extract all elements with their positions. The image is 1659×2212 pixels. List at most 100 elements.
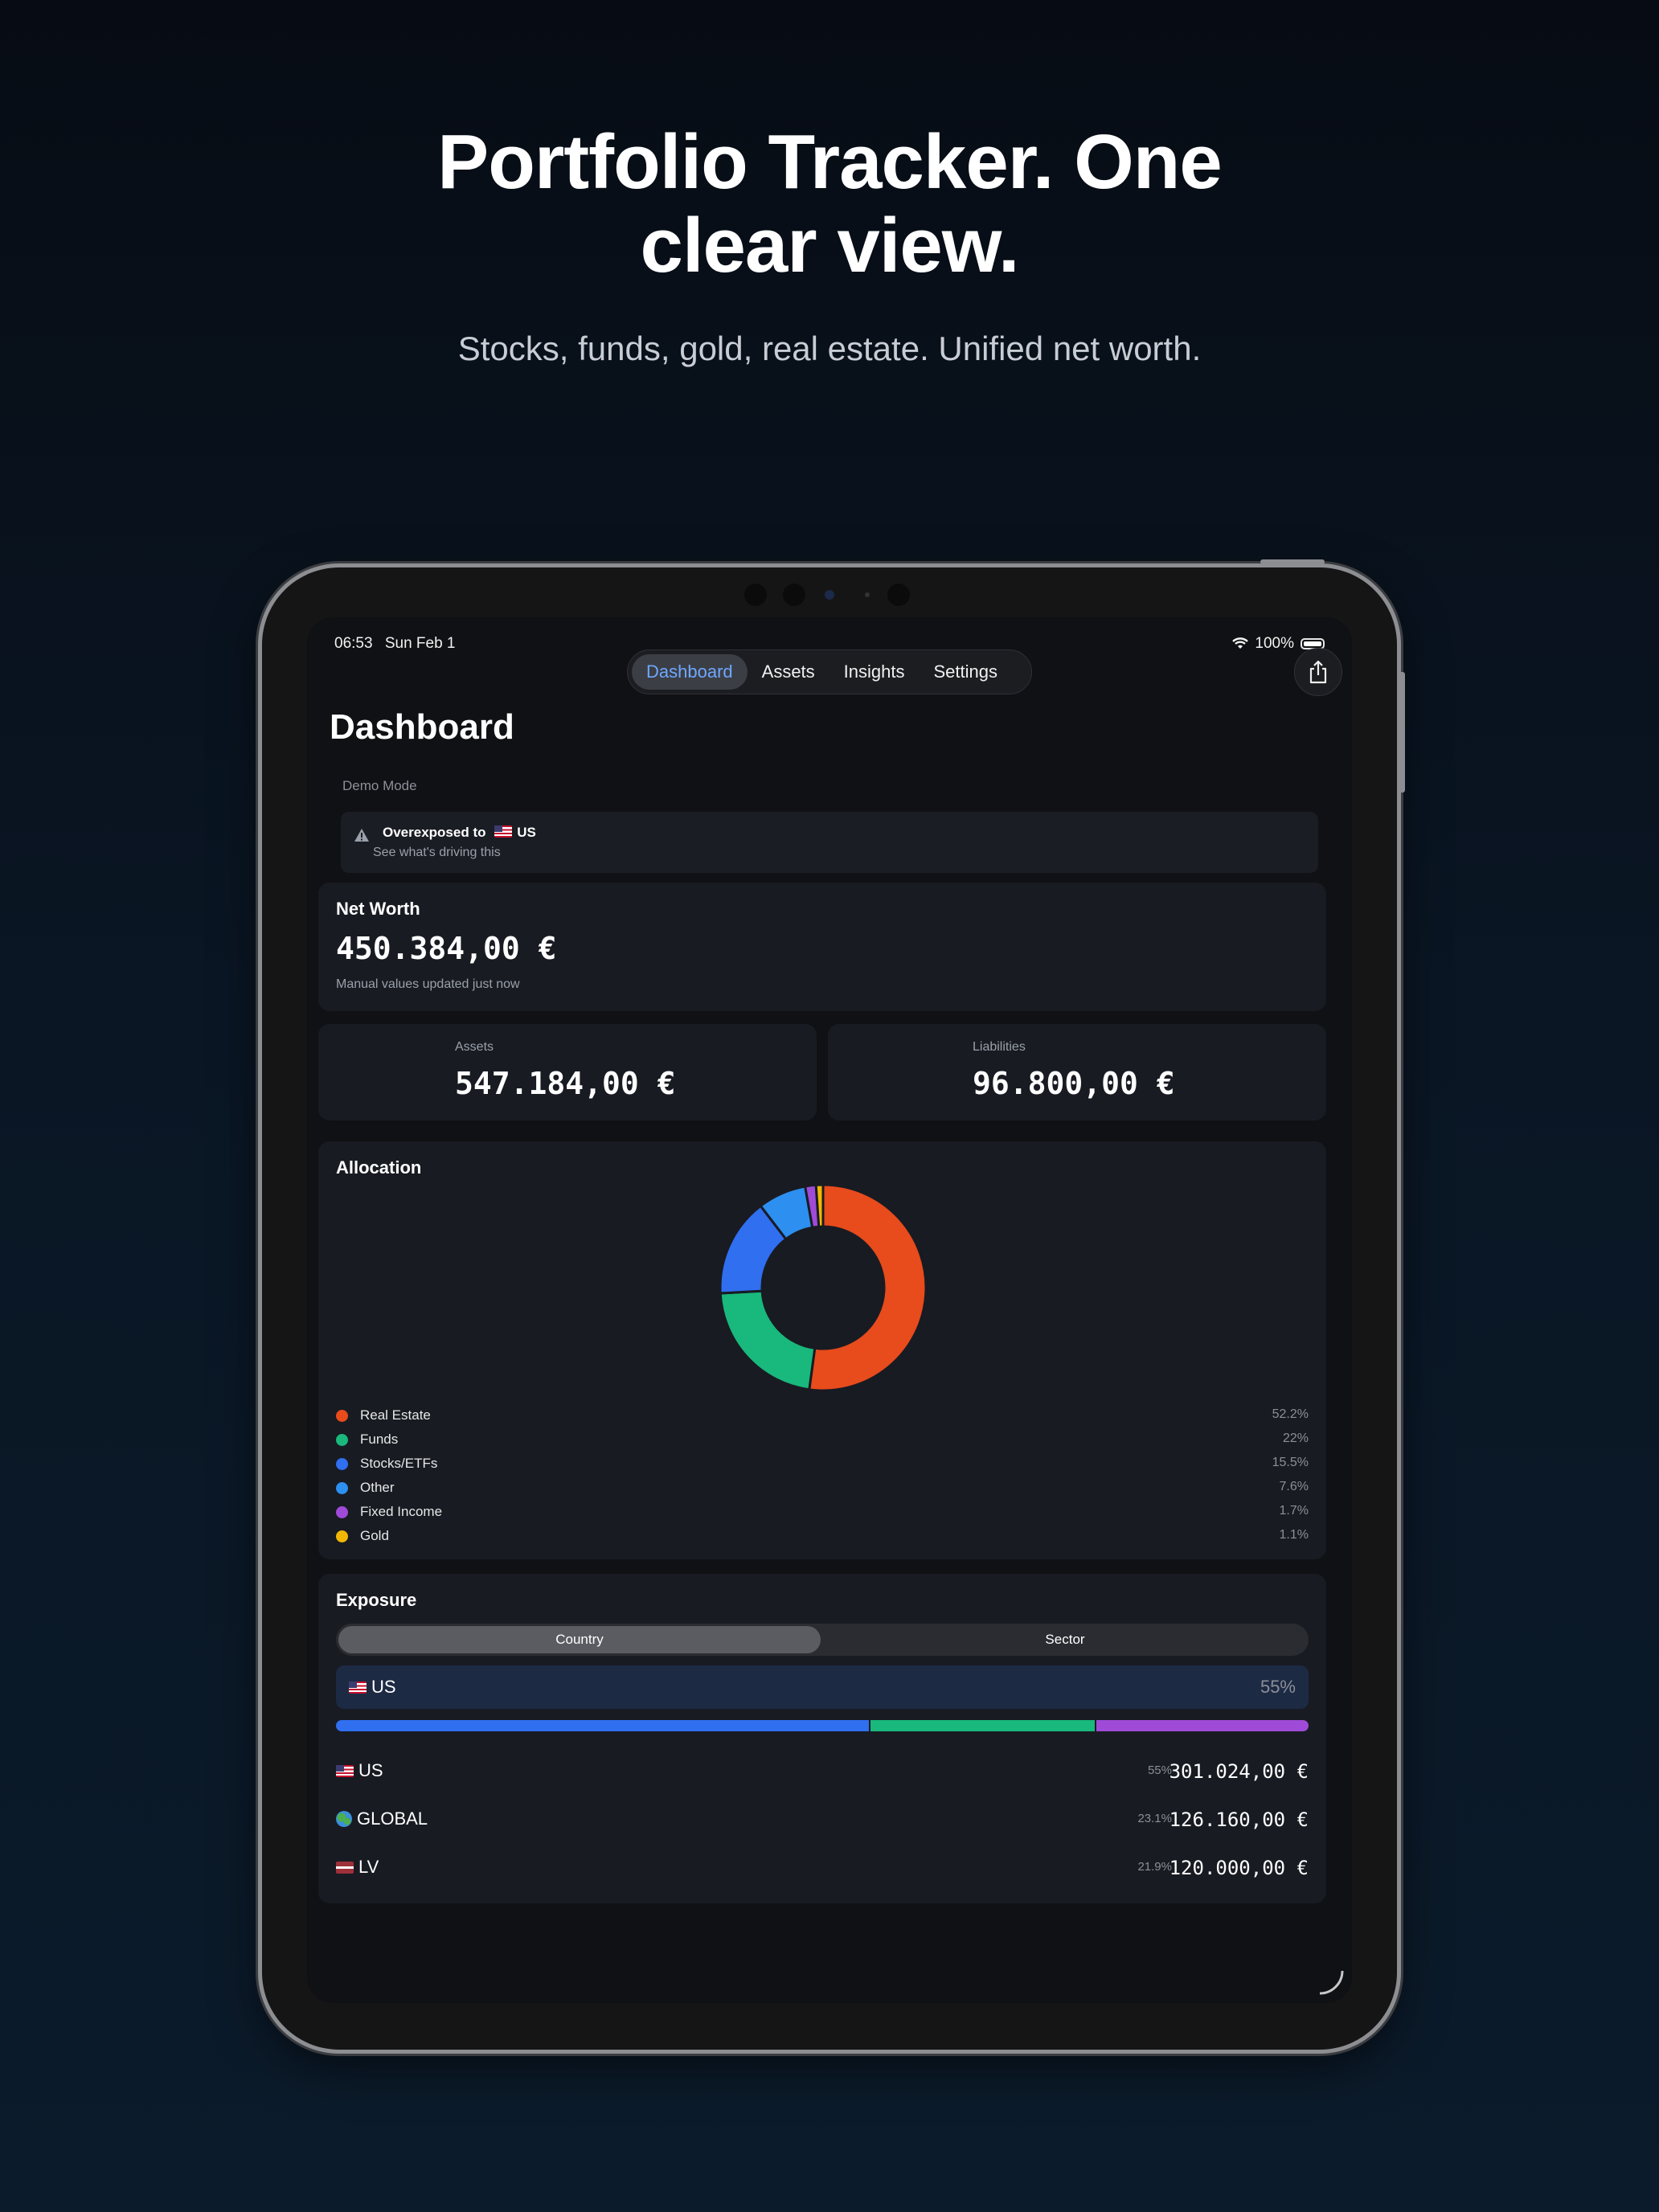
tab-assets[interactable]: Assets	[748, 654, 830, 690]
legend-label: Real Estate	[360, 1407, 431, 1423]
share-button[interactable]	[1294, 648, 1342, 696]
demo-mode-label: Demo Mode	[342, 778, 417, 793]
exposure-row[interactable]: LV 21.9% 120.000,00 €	[336, 1852, 1309, 1884]
legend-item: Other 7.6%	[336, 1477, 1309, 1501]
volume-down-button	[1399, 736, 1405, 793]
camera-sensor	[744, 584, 767, 606]
exposure-row-amount: 120.000,00 €	[1169, 1857, 1309, 1879]
donut-slice-funds	[719, 1289, 817, 1391]
allocation-title: Allocation	[336, 1157, 422, 1178]
legend-percent: 15.5%	[1272, 1456, 1309, 1469]
exposure-row[interactable]: GLOBAL 23.1% 126.160,00 €	[336, 1804, 1309, 1836]
legend-item: Fixed Income 1.7%	[336, 1501, 1309, 1526]
camera-lens	[825, 590, 834, 600]
exposure-row-percent: 21.9%	[1137, 1860, 1172, 1874]
exposure-row-name: LV	[336, 1857, 379, 1878]
lv-flag-icon	[336, 1862, 354, 1874]
legend-color-dot	[336, 1458, 348, 1470]
alert-title: Overexposed to US	[383, 825, 536, 841]
legend-color-dot	[336, 1482, 348, 1494]
top-navigation: Dashboard Assets Insights Settings	[627, 649, 1032, 694]
exposure-bar-segment	[336, 1720, 870, 1731]
status-date: Sun Feb 1	[384, 635, 456, 652]
exposure-row-label: LV	[358, 1857, 379, 1877]
alert-country: US	[517, 825, 536, 840]
allocation-card: Allocation Real Estate 52.2% Funds 22% Stock…	[318, 1141, 1326, 1559]
promo-subheadline: Stocks, funds, gold, real estate. Unifie…	[457, 330, 1202, 367]
page-title: Dashboard	[330, 707, 514, 747]
exposure-row-name: US	[336, 1760, 383, 1781]
us-flag-icon	[336, 1765, 354, 1777]
liabilities-card[interactable]: Liabilities 96.800,00 €	[828, 1024, 1326, 1120]
allocation-donut-chart	[719, 1183, 928, 1392]
legend-label: Funds	[360, 1432, 399, 1447]
legend-item: Funds 22%	[336, 1429, 1309, 1453]
selected-exposure-label: US	[371, 1677, 396, 1697]
exposure-toggle: Country Sector	[336, 1624, 1309, 1656]
tab-insights[interactable]: Insights	[830, 654, 920, 690]
tablet-frame: 06:53 Sun Feb 1 100% Dashboard Assets In…	[262, 559, 1405, 2050]
legend-label: Other	[360, 1480, 395, 1495]
legend-label: Stocks/ETFs	[360, 1456, 438, 1471]
exposure-bar-segment	[1094, 1720, 1309, 1731]
exposure-stacked-bar	[336, 1720, 1309, 1731]
top-button	[1260, 559, 1325, 564]
toggle-sector[interactable]: Sector	[824, 1626, 1306, 1653]
globe-icon	[336, 1811, 352, 1827]
legend-item: Stocks/ETFs 15.5%	[336, 1453, 1309, 1477]
assets-label: Assets	[455, 1040, 494, 1054]
alert-title-text: Overexposed to	[383, 825, 486, 840]
resize-corner-icon	[1319, 1970, 1344, 1995]
exposure-row-label: GLOBAL	[357, 1809, 428, 1829]
net-worth-value: 450.384,00 €	[336, 931, 557, 966]
net-worth-card: Net Worth 450.384,00 € Manual values upd…	[318, 883, 1326, 1011]
exposure-card: Exposure Country Sector US 55% US 55% 301.…	[318, 1574, 1326, 1903]
net-worth-note: Manual values updated just now	[336, 977, 520, 991]
exposure-row-name: GLOBAL	[336, 1809, 428, 1829]
liabilities-label: Liabilities	[973, 1040, 1026, 1054]
legend-item: Real Estate 52.2%	[336, 1405, 1309, 1429]
exposure-row-percent: 23.1%	[1137, 1812, 1172, 1825]
legend-label: Gold	[360, 1528, 389, 1543]
selected-exposure-row[interactable]: US 55%	[336, 1665, 1309, 1709]
tab-dashboard[interactable]: Dashboard	[632, 654, 748, 690]
share-icon	[1309, 660, 1327, 684]
legend-percent: 52.2%	[1272, 1407, 1309, 1421]
headline-line-2: clear view.	[640, 203, 1019, 289]
alert-subtitle: See what's driving this	[373, 846, 501, 859]
exposure-bar-segment	[869, 1720, 1095, 1731]
assets-card[interactable]: Assets 547.184,00 €	[318, 1024, 817, 1120]
legend-percent: 1.7%	[1279, 1504, 1309, 1518]
net-worth-title: Net Worth	[336, 899, 420, 919]
legend-item: Gold 1.1%	[336, 1526, 1309, 1550]
legend-percent: 7.6%	[1279, 1480, 1309, 1493]
exposure-row[interactable]: US 55% 301.024,00 €	[336, 1755, 1309, 1788]
battery-percent: 100%	[1255, 635, 1294, 652]
allocation-legend: Real Estate 52.2% Funds 22% Stocks/ETFs 15.5%…	[336, 1405, 1309, 1550]
camera-dot	[865, 592, 870, 597]
us-flag-icon	[494, 825, 513, 838]
volume-up-button	[1399, 672, 1405, 744]
exposure-row-amount: 301.024,00 €	[1169, 1760, 1309, 1783]
exposure-row-amount: 126.160,00 €	[1169, 1809, 1309, 1831]
tab-settings[interactable]: Settings	[920, 654, 1013, 690]
overexposure-alert[interactable]: Overexposed to US See what's driving thi…	[341, 812, 1318, 873]
wifi-icon	[1232, 637, 1249, 649]
status-time: 06:53	[334, 635, 373, 652]
exposure-row-percent: 55%	[1147, 1763, 1172, 1777]
warning-icon	[354, 829, 369, 842]
selected-exposure-name: US	[349, 1677, 396, 1698]
us-flag-icon	[349, 1682, 367, 1694]
app-screen: 06:53 Sun Feb 1 100% Dashboard Assets In…	[307, 617, 1352, 2003]
camera-sensor	[783, 584, 805, 606]
toggle-country[interactable]: Country	[338, 1626, 821, 1653]
donut-slice-real-estate	[808, 1183, 928, 1392]
legend-percent: 22%	[1282, 1432, 1309, 1445]
legend-color-dot	[336, 1530, 348, 1542]
legend-percent: 1.1%	[1279, 1528, 1309, 1542]
exposure-title: Exposure	[336, 1590, 417, 1610]
assets-value: 547.184,00 €	[455, 1066, 676, 1101]
legend-color-dot	[336, 1506, 348, 1518]
liabilities-value: 96.800,00 €	[973, 1066, 1175, 1101]
promo-headline: Portfolio Tracker. One clear view.	[0, 121, 1659, 288]
